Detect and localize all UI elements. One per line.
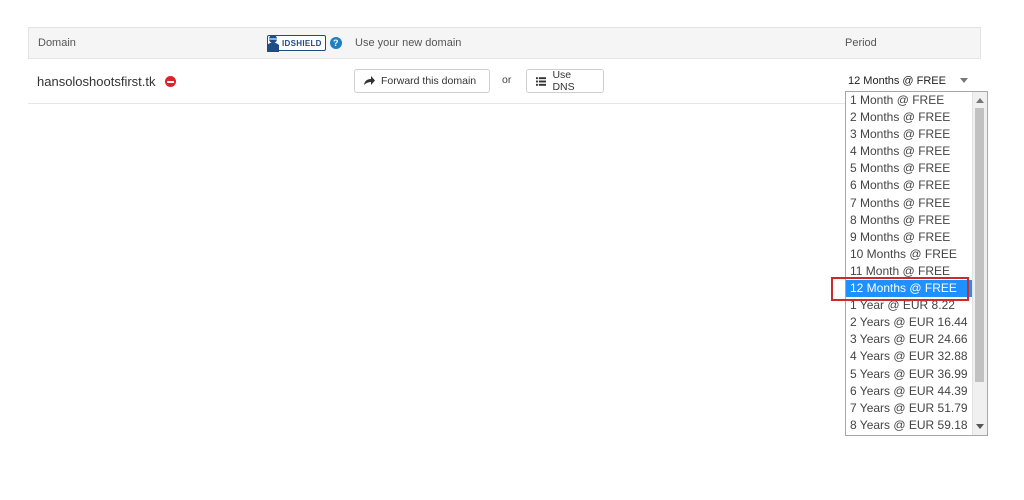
period-option[interactable]: 1 Month @ FREE <box>846 92 973 109</box>
period-option[interactable]: 10 Months @ FREE <box>846 246 973 263</box>
question-circle-icon[interactable]: ? <box>329 37 342 49</box>
domain-table: Domain IDSHIELD ? Use your new domain Pe… <box>28 27 981 104</box>
scroll-up-icon[interactable] <box>976 98 984 103</box>
idshield-figure-icon <box>267 35 279 52</box>
period-option[interactable]: 12 Months @ FREE <box>846 280 973 298</box>
header-period: Period <box>845 37 877 49</box>
period-option[interactable]: 7 Years @ EUR 51.79 <box>846 400 973 417</box>
period-option[interactable]: 2 Years @ EUR 16.44 <box>846 314 973 331</box>
forward-domain-button[interactable]: Forward this domain <box>354 69 490 93</box>
period-option[interactable]: 6 Months @ FREE <box>846 177 973 194</box>
chevron-down-icon <box>960 78 968 83</box>
period-option[interactable]: 7 Months @ FREE <box>846 195 973 212</box>
period-option[interactable]: 3 Years @ EUR 24.66 <box>846 331 973 348</box>
idshield-label: IDSHIELD <box>282 38 322 48</box>
header-new-domain: Use your new domain <box>355 37 462 49</box>
period-select-value: 12 Months @ FREE <box>848 75 946 87</box>
forward-domain-label: Forward this domain <box>381 75 477 87</box>
period-options: 1 Month @ FREE 2 Months @ FREE 3 Months @ … <box>846 92 973 434</box>
minus-circle-icon[interactable] <box>165 76 176 87</box>
period-option[interactable]: 11 Month @ FREE <box>846 263 973 280</box>
header-domain: Domain <box>38 37 76 49</box>
period-option[interactable]: 8 Years @ EUR 59.18 <box>846 417 973 434</box>
scroll-down-icon[interactable] <box>976 424 984 429</box>
idshield-logo: IDSHIELD <box>267 35 326 52</box>
period-option[interactable]: 6 Years @ EUR 44.39 <box>846 383 973 400</box>
or-separator: or <box>502 74 512 86</box>
idshield-header[interactable]: IDSHIELD ? <box>267 34 342 52</box>
period-option[interactable]: 2 Months @ FREE <box>846 109 973 126</box>
use-dns-button[interactable]: Use DNS <box>526 69 604 93</box>
period-option[interactable]: 5 Months @ FREE <box>846 160 973 177</box>
share-arrow-icon <box>364 76 375 85</box>
table-header: Domain IDSHIELD ? Use your new domain Pe… <box>28 27 981 59</box>
dropdown-scrollbar[interactable] <box>972 92 987 435</box>
period-dropdown-list[interactable]: 1 Month @ FREE 2 Months @ FREE 3 Months @ … <box>845 91 988 436</box>
domain-name: hansoloshootsfirst.tk <box>37 74 156 89</box>
period-option[interactable]: 5 Years @ EUR 36.99 <box>846 366 973 383</box>
list-icon <box>536 76 547 86</box>
period-option[interactable]: 8 Months @ FREE <box>846 212 973 229</box>
period-option[interactable]: 4 Months @ FREE <box>846 143 973 160</box>
use-dns-label: Use DNS <box>552 69 575 93</box>
scroll-thumb[interactable] <box>975 108 984 382</box>
period-option[interactable]: 4 Years @ EUR 32.88 <box>846 348 973 365</box>
period-option[interactable]: 1 Year @ EUR 8.22 <box>846 297 973 314</box>
period-option[interactable]: 3 Months @ FREE <box>846 126 973 143</box>
table-row: hansoloshootsfirst.tk Forward this domai… <box>28 59 981 104</box>
period-option[interactable]: 9 Months @ FREE <box>846 229 973 246</box>
period-select[interactable]: 12 Months @ FREE <box>842 70 974 92</box>
